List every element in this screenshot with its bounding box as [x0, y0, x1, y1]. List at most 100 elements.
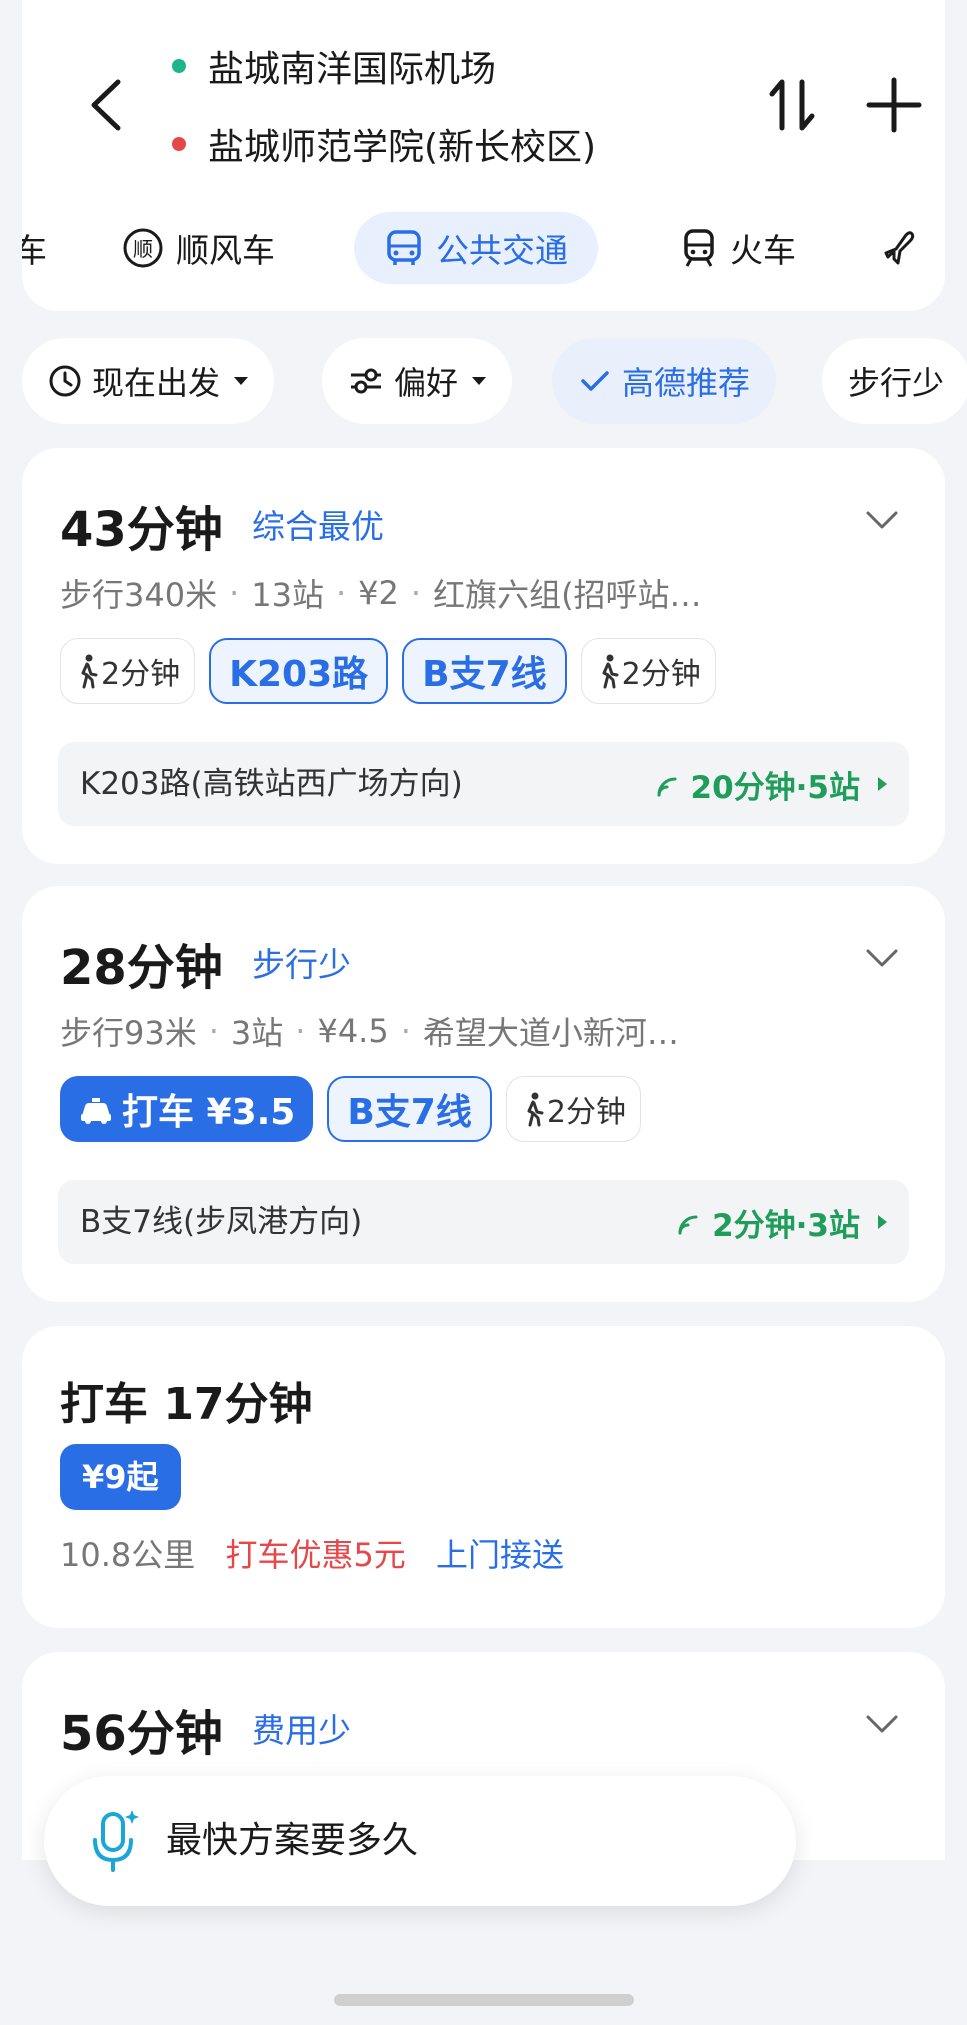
plane-icon	[880, 227, 922, 269]
recommend-filter[interactable]: 高德推荐	[552, 338, 777, 424]
walk-segment: 2分钟	[505, 1076, 641, 1142]
recommend-label: 高德推荐	[622, 364, 751, 402]
back-button[interactable]	[82, 70, 132, 140]
ask-prompt: 最快方案要多久	[166, 1820, 419, 1861]
route-summary: 步行340米 · 13站 · ¥2 · 红旗六组(招呼站…	[60, 570, 702, 616]
walk-icon	[527, 1092, 544, 1127]
depart-label: 现在出发	[92, 364, 221, 402]
bus-icon	[384, 228, 424, 268]
fare: ¥4.5	[317, 1012, 389, 1050]
tab-public-transit[interactable]: 公共交通	[354, 212, 598, 284]
route-duration: 56分钟	[60, 1706, 223, 1762]
preference-filter[interactable]: 偏好	[322, 338, 513, 424]
arrow-right-icon	[878, 1215, 887, 1229]
walk-distance: 步行93米	[60, 1014, 197, 1052]
ai-ask-bar[interactable]: 最快方案要多久	[44, 1776, 796, 1906]
carpool-icon: 顺	[122, 227, 164, 269]
home-indicator[interactable]	[334, 1994, 634, 2006]
walk-icon	[81, 654, 98, 689]
plus-icon	[866, 77, 922, 133]
segment-text: 2分钟	[546, 1095, 626, 1130]
check-icon	[581, 371, 609, 391]
chevron-down-icon	[234, 377, 249, 385]
taxi-title: 打车 17分钟	[60, 1379, 313, 1430]
swap-button[interactable]	[764, 70, 820, 140]
walk-segment: 2分钟	[60, 638, 196, 704]
add-stop-button[interactable]	[864, 70, 924, 140]
less-walk-label: 步行少	[848, 364, 945, 402]
back-arrow-icon	[91, 79, 121, 131]
arrow-right-icon	[878, 777, 887, 791]
realtime-signal-icon	[657, 777, 676, 797]
start-station: 希望大道小新河…	[422, 1014, 679, 1052]
segment-text: 打车 ¥3.5	[122, 1092, 296, 1133]
train-icon	[680, 228, 718, 268]
chevron-down-icon[interactable]	[864, 508, 900, 532]
origin-dot-icon	[172, 59, 186, 73]
less-walk-filter[interactable]: 步行少	[822, 338, 967, 424]
line-realtime-bar[interactable]: K203路(高铁站西广场方向) 20分钟·5站	[58, 742, 909, 826]
depart-time-filter[interactable]: 现在出发	[22, 338, 275, 424]
mic-icon	[93, 1810, 139, 1872]
tab-label: 车	[22, 231, 47, 270]
filter-row: 现在出发 偏好 高德推荐 步行少	[0, 338, 967, 424]
realtime-info: 2分钟·3站	[676, 1180, 887, 1264]
bus-line-chip[interactable]: K203路	[209, 638, 389, 704]
chevron-down-icon[interactable]	[864, 1712, 900, 1736]
taxi-distance: 10.8公里	[60, 1536, 196, 1574]
line-realtime-bar[interactable]: B支7线(步凤港方向) 2分钟·3站	[58, 1180, 909, 1264]
walk-icon	[602, 654, 619, 689]
destination-field[interactable]: 盐城师范学院(新长校区)	[172, 118, 596, 170]
taxi-info: 10.8公里 打车优惠5元 上门接送	[60, 1530, 564, 1576]
taxi-card[interactable]: 打车 17分钟 ¥9起 10.8公里 打车优惠5元 上门接送	[22, 1326, 945, 1628]
route-duration: 28分钟	[60, 940, 223, 996]
taxi-pickup: 上门接送	[435, 1536, 564, 1574]
chevron-down-icon	[472, 377, 487, 385]
bus-line-chip[interactable]: B支7线	[327, 1076, 492, 1142]
tab-train[interactable]: 火车	[680, 212, 796, 284]
tab-label: 公共交通	[436, 231, 568, 270]
realtime-text: 2分钟·3站	[712, 1207, 860, 1244]
line-direction: B支7线(步凤港方向)	[80, 1204, 363, 1240]
origin-text: 盐城南洋国际机场	[208, 49, 497, 90]
sliders-icon	[351, 368, 381, 394]
realtime-text: 20分钟·5站	[690, 769, 861, 806]
line-direction: K203路(高铁站西广场方向)	[80, 766, 463, 802]
route-tag: 综合最优	[252, 507, 384, 546]
start-station: 红旗六组(招呼站…	[433, 576, 702, 614]
walk-segment: 2分钟	[580, 638, 716, 704]
clock-icon	[49, 365, 81, 397]
walk-distance: 步行340米	[60, 576, 218, 614]
segment-text: 2分钟	[621, 657, 701, 692]
route-card[interactable]: 43分钟 综合最优 步行340米 · 13站 · ¥2 · 红旗六组(招呼站… 2分钟…	[22, 448, 945, 864]
fare: ¥2	[358, 574, 399, 612]
tab-flight[interactable]	[880, 212, 934, 284]
tab-label: 顺风车	[176, 231, 275, 270]
segment-row: 打车 ¥3.5 B支7线 2分钟	[60, 1076, 655, 1142]
tab-carpool[interactable]: 顺 顺风车	[122, 212, 275, 284]
route-card[interactable]: 28分钟 步行少 步行93米 · 3站 · ¥4.5 · 希望大道小新河… 打车 ¥3…	[22, 886, 945, 1302]
transport-mode-tabs: 车 顺 顺风车 公共交通 火车	[22, 212, 945, 284]
preference-label: 偏好	[394, 364, 459, 402]
destination-dot-icon	[172, 137, 186, 151]
taxi-price-badge: ¥9起	[60, 1444, 181, 1510]
destination-text: 盐城师范学院(新长校区)	[208, 127, 597, 168]
realtime-signal-icon	[678, 1215, 698, 1235]
segment-row: 2分钟 K203路 B支7线 2分钟	[60, 638, 730, 704]
taxi-icon	[81, 1098, 111, 1124]
route-tag: 费用少	[252, 1711, 351, 1750]
tab-car[interactable]: 车	[22, 212, 47, 284]
bus-line-chip[interactable]: B支7线	[402, 638, 567, 704]
chevron-down-icon[interactable]	[864, 946, 900, 970]
swap-icon	[769, 79, 815, 131]
taxi-segment[interactable]: 打车 ¥3.5	[60, 1076, 314, 1142]
taxi-discount: 打车优惠5元	[225, 1536, 406, 1574]
svg-text:顺: 顺	[133, 237, 153, 261]
origin-field[interactable]: 盐城南洋国际机场	[172, 40, 496, 92]
stop-count: 13站	[251, 576, 324, 614]
route-summary: 步行93米 · 3站 · ¥4.5 · 希望大道小新河…	[60, 1008, 679, 1054]
tab-label: 火车	[730, 231, 796, 270]
realtime-info: 20分钟·5站	[655, 742, 887, 826]
segment-text: 2分钟	[101, 657, 181, 692]
stop-count: 3站	[230, 1014, 284, 1052]
